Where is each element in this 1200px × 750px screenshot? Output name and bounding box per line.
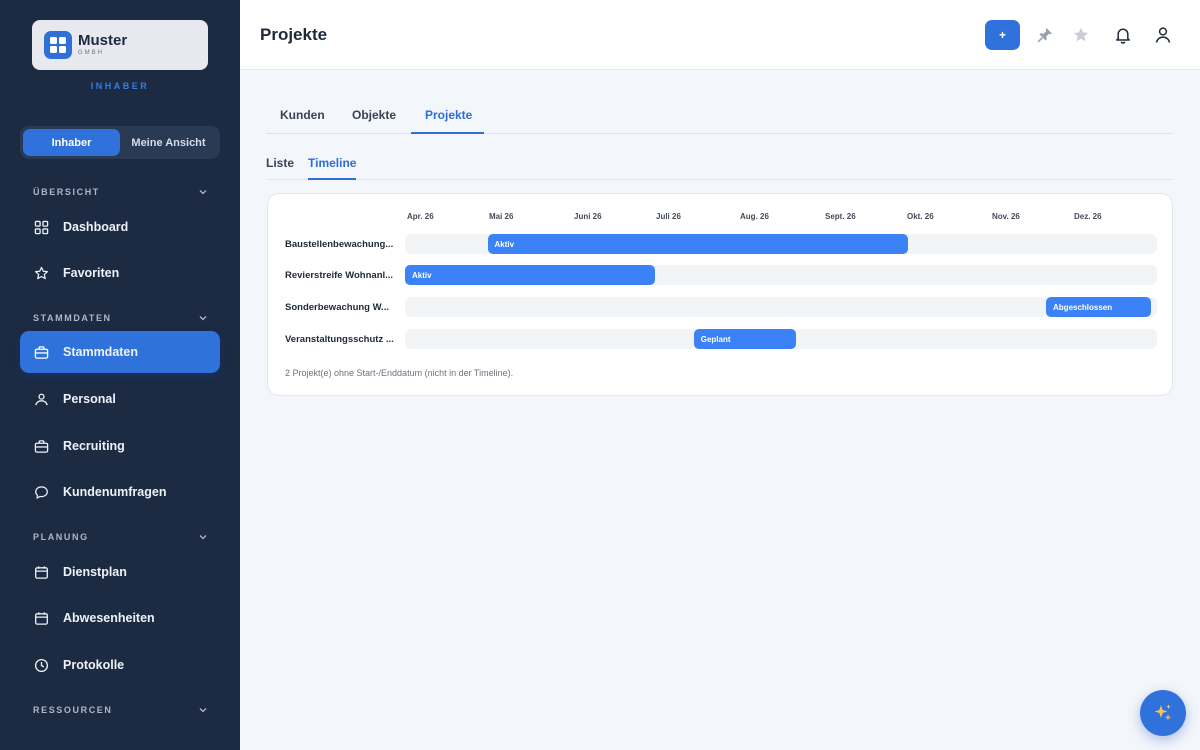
sidebar-item-label: Stammdaten [63, 345, 139, 359]
sidebar-item-dienstplan[interactable]: Dienstplan [20, 551, 220, 593]
briefcase-icon [34, 439, 49, 453]
ai-assistant-button[interactable] [1140, 690, 1186, 736]
logo-grid-icon [44, 31, 72, 59]
sidebar-item-label: Recruiting [63, 439, 125, 453]
section-ressourcen[interactable]: RESSOURCEN [33, 703, 208, 717]
timeline-row-label[interactable]: Baustellenbewachung... [285, 239, 399, 250]
subtab-timeline[interactable]: Timeline [308, 156, 356, 170]
clock-icon [34, 658, 49, 672]
topbar: Projekte + [240, 0, 1200, 70]
grid-icon [34, 220, 49, 234]
add-button[interactable]: + [985, 20, 1020, 50]
chevron-down-icon [199, 316, 207, 321]
sidebar-item-abwesenheiten[interactable]: Abwesenheiten [20, 597, 220, 639]
sidebar-item-favoriten[interactable]: Favoriten [20, 252, 220, 294]
sidebar-item-kundenumfragen[interactable]: Kundenumfragen [20, 471, 220, 513]
sidebar-item-stammdaten[interactable]: Stammdaten [20, 331, 220, 373]
calendar-icon [35, 565, 48, 579]
timeline-track: Geplant [405, 329, 1157, 349]
section-title: STAMMDATEN [33, 313, 112, 323]
brand-sub: GMBH [78, 50, 104, 56]
sidebar-item-label: Dienstplan [63, 565, 127, 579]
pin-icon[interactable] [1036, 26, 1054, 44]
month-label: Apr. 26 [407, 212, 434, 221]
sidebar-item-label: Kundenumfragen [63, 485, 167, 499]
timeline-bar[interactable]: Geplant [693, 329, 797, 349]
tab-kunden[interactable]: Kunden [280, 108, 325, 122]
user-icon[interactable] [1154, 26, 1172, 44]
sparkles-icon [1154, 704, 1172, 721]
month-label: Juni 26 [574, 212, 602, 221]
month-label: Nov. 26 [992, 212, 1020, 221]
briefcase-icon [34, 345, 49, 359]
section-title: ÜBERSICHT [33, 187, 100, 197]
bell-icon[interactable] [1114, 26, 1132, 44]
month-label: Sept. 26 [825, 212, 856, 221]
timeline-track: Aktiv [405, 234, 1157, 254]
timeline-row-label[interactable]: Veranstaltungsschutz ... [285, 334, 399, 345]
section-uebersicht[interactable]: ÜBERSICHT [33, 185, 208, 199]
timeline-row-label[interactable]: Revierstreife Wohnanl... [285, 270, 399, 281]
people-icon [35, 393, 48, 405]
tab-projekte[interactable]: Projekte [425, 108, 472, 122]
sidebar-item-recruiting[interactable]: Recruiting [20, 425, 220, 467]
timeline-bar[interactable]: Aktiv [405, 265, 655, 285]
timeline-bar[interactable]: Abgeschlossen [1046, 297, 1151, 317]
toggle-my-view[interactable]: Meine Ansicht [120, 129, 217, 156]
timeline-track: Aktiv [405, 265, 1157, 285]
star-icon [34, 266, 49, 279]
sidebar-item-label: Personal [63, 392, 116, 406]
chat-bubble-icon [35, 485, 48, 499]
brand-logo[interactable]: Muster GMBH [32, 20, 208, 70]
section-stammdaten[interactable]: STAMMDATEN [33, 311, 208, 325]
timeline-note: 2 Projekt(e) ohne Start-/Enddatum (nicht… [285, 368, 514, 378]
calendar-icon [35, 611, 48, 625]
role-label: INHABER [90, 81, 150, 91]
subtab-liste[interactable]: Liste [266, 156, 294, 170]
view-toggle: Inhaber Meine Ansicht [20, 126, 220, 159]
page-title: Projekte [260, 25, 328, 44]
month-label: Dez. 26 [1074, 212, 1102, 221]
sidebar-item-label: Favoriten [63, 266, 120, 280]
month-label: Juli 26 [656, 212, 681, 221]
month-label: Okt. 26 [907, 212, 934, 221]
sidebar-item-label: Protokolle [63, 658, 125, 672]
chevron-down-icon [199, 190, 207, 195]
section-planung[interactable]: PLANUNG [33, 530, 208, 544]
active-subtab-indicator [308, 178, 356, 180]
timeline-row-label[interactable]: Sonderbewachung W... [285, 302, 399, 313]
month-label: Aug. 26 [740, 212, 769, 221]
chevron-down-icon [199, 535, 207, 540]
tab-objekte[interactable]: Objekte [352, 108, 396, 122]
tabs: Kunden Objekte Projekte [266, 100, 1173, 134]
sidebar-item-dashboard[interactable]: Dashboard [20, 206, 220, 248]
chevron-down-icon [199, 708, 207, 713]
timeline-card: Apr. 26 Mai 26 Juni 26 Juli 26 Aug. 26 S… [267, 193, 1173, 396]
star-icon[interactable] [1072, 26, 1090, 44]
toggle-owner[interactable]: Inhaber [23, 129, 120, 156]
section-title: PLANUNG [33, 532, 89, 542]
active-tab-indicator [411, 132, 484, 134]
sidebar-item-label: Abwesenheiten [63, 611, 155, 625]
timeline-bar[interactable]: Aktiv [487, 234, 909, 254]
sidebar: Muster GMBH INHABER Inhaber Meine Ansich… [0, 0, 240, 750]
timeline-track: Abgeschlossen [405, 297, 1157, 317]
section-title: RESSOURCEN [33, 705, 113, 715]
subtabs: Liste Timeline [266, 150, 1173, 180]
sidebar-item-label: Dashboard [63, 220, 129, 234]
brand-name: Muster [78, 32, 128, 49]
sidebar-item-personal[interactable]: Personal [20, 378, 220, 420]
month-label: Mai 26 [489, 212, 514, 221]
sidebar-item-protokolle[interactable]: Protokolle [20, 644, 220, 686]
